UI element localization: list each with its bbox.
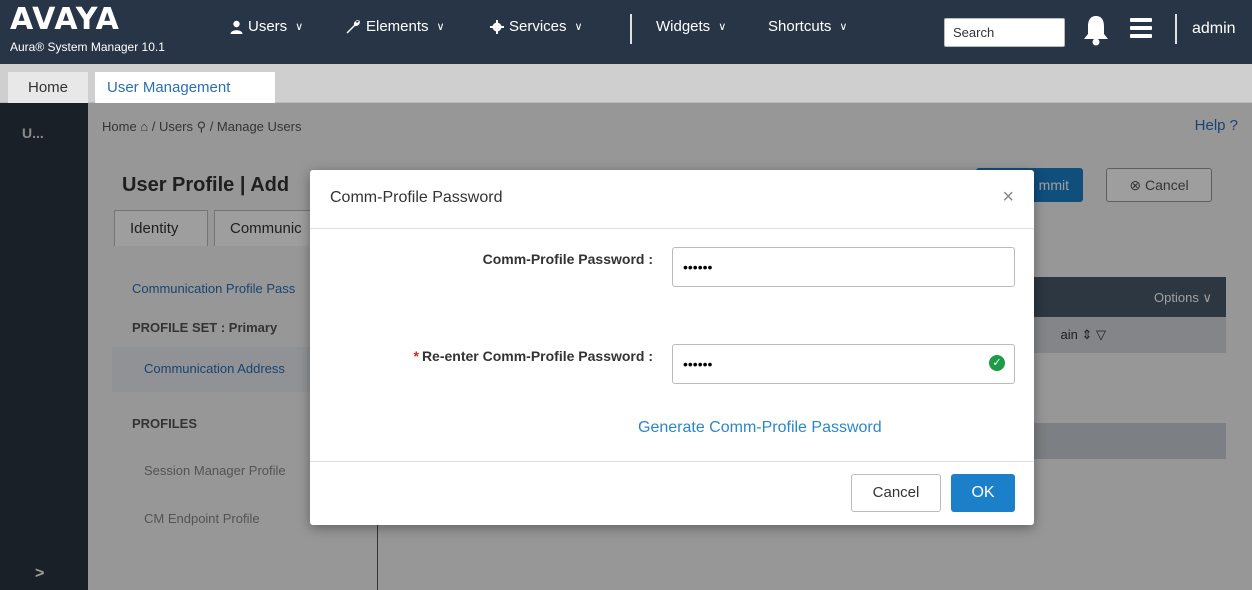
chevron-down-icon: ∨: [436, 21, 445, 33]
dialog-footer-divider: [310, 461, 1034, 462]
chevron-down-icon: ∨: [718, 21, 727, 33]
nav-users-menu[interactable]: Users ∨: [230, 18, 303, 35]
nav-widgets-label: Widgets: [656, 18, 711, 35]
close-icon[interactable]: ×: [1002, 186, 1014, 209]
bell-icon[interactable]: [1082, 14, 1110, 46]
chevron-down-icon: ∨: [839, 21, 848, 33]
top-navigation-bar: AVAYA Aura® System Manager 10.1 Users ∨ E…: [0, 0, 1252, 64]
nav-shortcuts-label: Shortcuts: [768, 18, 832, 35]
product-version: Aura® System Manager 10.1: [10, 40, 165, 54]
reenter-password-field: ✓: [672, 344, 1015, 384]
app-tab-bar: Home User Management: [0, 64, 1252, 103]
nav-shortcuts-menu[interactable]: Shortcuts ∨: [768, 18, 847, 35]
chevron-down-icon: ∨: [574, 21, 583, 33]
tab-user-management[interactable]: User Management: [95, 72, 275, 103]
nav-widgets-menu[interactable]: Widgets ∨: [656, 18, 726, 35]
generate-password-link[interactable]: Generate Comm-Profile Password: [638, 419, 882, 437]
reenter-password-label: * Re-enter Comm-Profile Password :: [413, 348, 653, 364]
gear-icon: [490, 19, 504, 34]
menu-icon[interactable]: [1130, 18, 1152, 40]
dialog-divider: [310, 228, 1034, 229]
nav-services-label: Services: [509, 18, 567, 35]
comm-profile-password-dialog: Comm-Profile Password × Comm-Profile Pas…: [310, 170, 1034, 525]
reenter-password-label-text: Re-enter Comm-Profile Password :: [421, 348, 653, 364]
password-input[interactable]: [672, 247, 1015, 287]
nav-elements-label: Elements: [366, 18, 429, 35]
user-menu[interactable]: admin: [1192, 20, 1236, 38]
avaya-logo[interactable]: AVAYA: [10, 2, 120, 38]
ok-button[interactable]: OK: [951, 474, 1015, 512]
nav-users-label: Users: [248, 18, 288, 35]
tab-home[interactable]: Home: [8, 72, 88, 103]
search-input[interactable]: [944, 18, 1065, 47]
valid-check-icon: ✓: [989, 355, 1005, 371]
nav-services-menu[interactable]: Services ∨: [490, 18, 583, 35]
reenter-password-input[interactable]: [672, 344, 1015, 384]
required-marker: *: [413, 348, 419, 364]
wrench-icon: [346, 19, 360, 33]
nav-divider: [630, 14, 632, 44]
chevron-down-icon: ∨: [295, 21, 304, 33]
dialog-title: Comm-Profile Password: [330, 189, 503, 206]
user-icon: [230, 20, 243, 34]
nav-divider: [1175, 14, 1177, 44]
nav-elements-menu[interactable]: Elements ∨: [345, 18, 445, 35]
password-label: Comm-Profile Password :: [482, 251, 653, 267]
cancel-button[interactable]: Cancel: [851, 474, 941, 512]
